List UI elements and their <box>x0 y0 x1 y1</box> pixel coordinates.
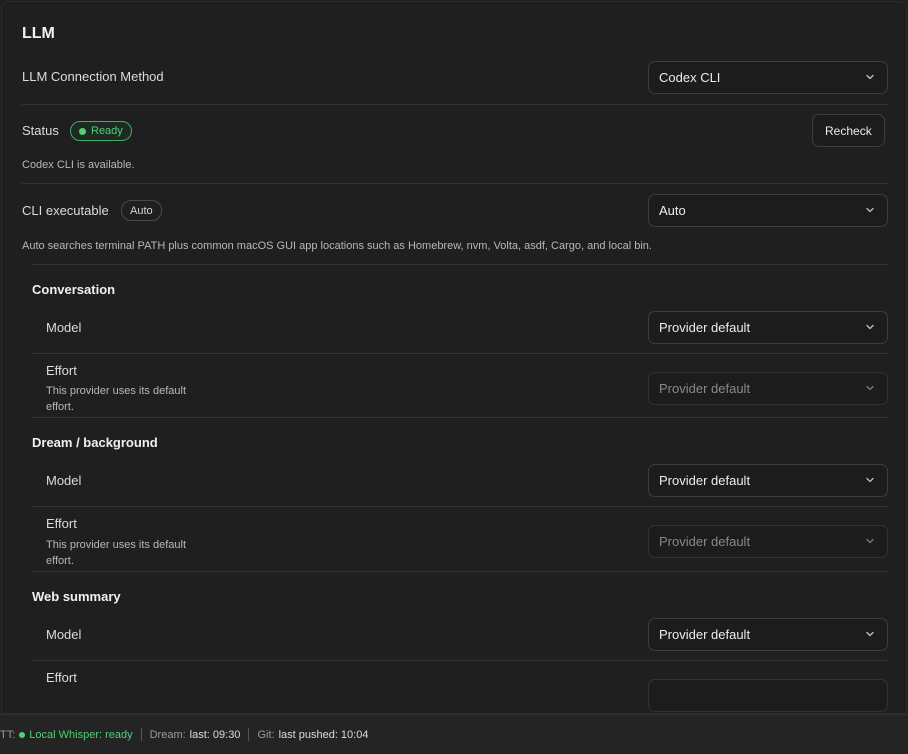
conversation-effort-value: Provider default <box>659 381 751 396</box>
conversation-model-value: Provider default <box>659 320 751 335</box>
divider <box>32 264 888 265</box>
chevron-down-icon <box>865 72 875 82</box>
dream-effort-label: Effort <box>46 516 77 531</box>
web-summary-model-value: Provider default <box>659 627 751 642</box>
chevron-down-icon <box>865 383 875 393</box>
dream-status: Dream: last: 09:30 <box>150 729 241 741</box>
divider <box>32 417 888 418</box>
conversation-model-label: Model <box>46 320 82 335</box>
conversation-effort-select[interactable]: Provider default <box>648 372 888 405</box>
cli-executable-label: CLI executable <box>22 203 109 218</box>
connection-method-label: LLM Connection Method <box>22 69 164 84</box>
chevron-down-icon <box>865 322 875 332</box>
divider <box>32 506 888 507</box>
web-summary-model-select[interactable]: Provider default <box>648 618 888 651</box>
dream-status-value: last: 09:30 <box>189 728 241 741</box>
divider <box>32 353 888 354</box>
connection-method-value: Codex CLI <box>659 70 721 85</box>
dream-model-label: Model <box>46 473 82 488</box>
divider <box>32 660 888 661</box>
dream-effort-select[interactable]: Provider default <box>648 525 888 558</box>
group-title-web-summary: Web summary <box>32 589 121 604</box>
effort-help-line: effort. <box>46 401 74 413</box>
cli-executable-select[interactable]: Auto <box>648 194 888 227</box>
web-summary-model-label: Model <box>46 627 82 642</box>
cli-auto-badge: Auto <box>121 200 162 221</box>
conversation-effort-help: This provider uses its default effort. <box>46 383 186 415</box>
divider <box>22 183 888 184</box>
cli-help-text: Auto searches terminal PATH plus common … <box>22 240 652 252</box>
status-label: Status <box>22 123 59 138</box>
effort-help-line: This provider uses its default <box>46 539 187 551</box>
dream-status-label: Dream: <box>149 728 186 741</box>
git-status-label: Git: <box>257 728 275 741</box>
chevron-down-icon <box>865 536 875 546</box>
effort-help-line: This provider uses its default <box>46 385 187 397</box>
dream-effort-value: Provider default <box>659 534 751 549</box>
dream-model-select[interactable]: Provider default <box>648 464 888 497</box>
section-title: LLM <box>22 25 55 42</box>
cli-executable-value: Auto <box>659 203 686 218</box>
status-badge: Ready <box>70 121 132 141</box>
divider <box>32 571 888 572</box>
divider <box>22 104 888 105</box>
status-separator <box>140 728 142 741</box>
stt-ready-dot-icon <box>19 731 26 738</box>
group-title-dream-background: Dream / background <box>32 435 158 450</box>
recheck-button[interactable]: Recheck <box>812 114 885 147</box>
chevron-down-icon <box>865 475 875 485</box>
chevron-down-icon <box>865 629 875 639</box>
stt-prefix: TT: <box>0 728 16 741</box>
dream-model-value: Provider default <box>659 473 751 488</box>
dream-effort-help: This provider uses its default effort. <box>46 537 186 569</box>
web-summary-effort-label: Effort <box>46 670 77 685</box>
web-summary-effort-select[interactable] <box>648 679 888 712</box>
status-message: Codex CLI is available. <box>22 159 135 171</box>
conversation-effort-label: Effort <box>46 363 77 378</box>
stt-value: Local Whisper: ready <box>29 728 133 741</box>
git-status: Git: last pushed: 10:04 <box>257 729 368 741</box>
chevron-down-icon <box>865 205 875 215</box>
group-title-conversation: Conversation <box>32 282 116 297</box>
llm-settings-panel: LLM LLM Connection Method Codex CLI Stat… <box>1 1 907 714</box>
status-separator <box>248 728 250 741</box>
git-status-value: last pushed: 10:04 <box>278 728 369 741</box>
status-dot-icon <box>79 127 86 135</box>
effort-help-line: effort. <box>46 555 74 567</box>
stt-status: TT: Local Whisper: ready <box>0 729 133 741</box>
conversation-model-select[interactable]: Provider default <box>648 311 888 344</box>
status-bar: TT: Local Whisper: ready Dream: last: 09… <box>0 714 908 754</box>
settings-window: LLM LLM Connection Method Codex CLI Stat… <box>0 0 908 754</box>
status-badge-text: Ready <box>91 125 123 137</box>
connection-method-select[interactable]: Codex CLI <box>648 61 888 94</box>
